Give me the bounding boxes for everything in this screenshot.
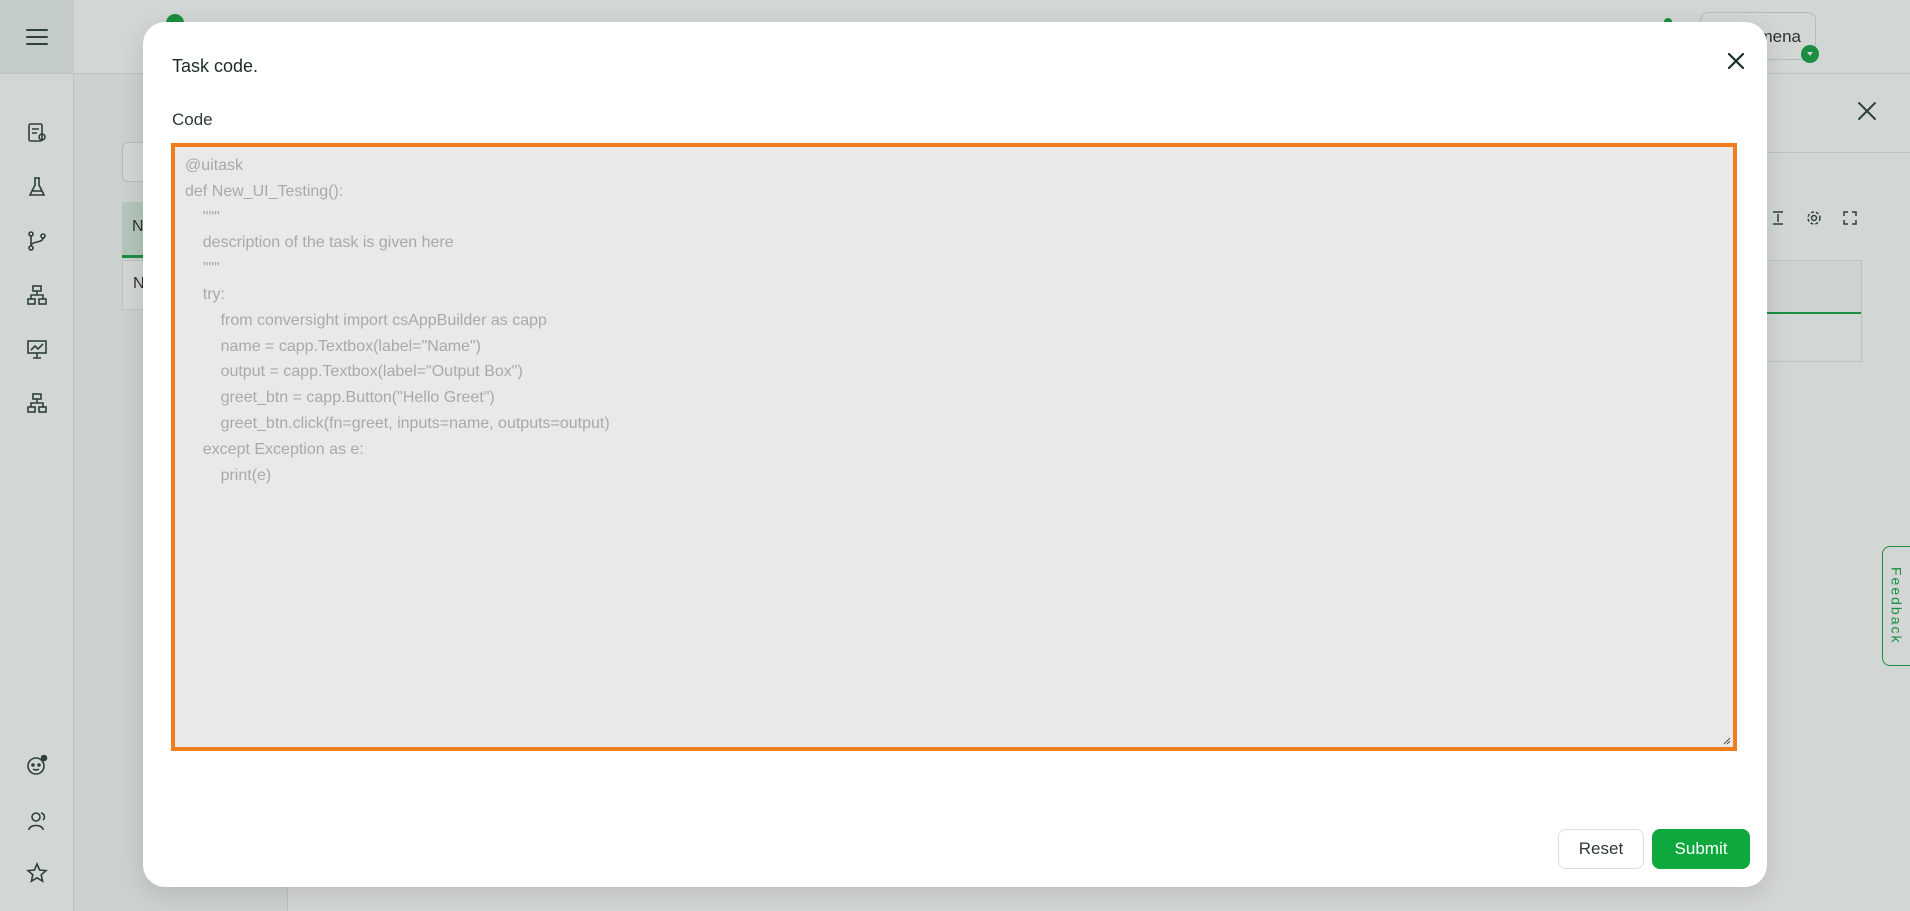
close-icon[interactable]: [1721, 46, 1751, 76]
modal-title: Task code.: [172, 56, 259, 76]
code-field-label: Code: [172, 110, 213, 129]
task-code-modal: Task code. Code @uitask def New_UI_Testi…: [143, 22, 1767, 887]
resize-handle-icon[interactable]: [1721, 735, 1731, 745]
code-textarea[interactable]: @uitask def New_UI_Testing(): """ descri…: [171, 143, 1737, 751]
reset-button[interactable]: Reset: [1558, 829, 1644, 869]
submit-button[interactable]: Submit: [1652, 829, 1750, 869]
code-content[interactable]: @uitask def New_UI_Testing(): """ descri…: [175, 147, 1733, 747]
